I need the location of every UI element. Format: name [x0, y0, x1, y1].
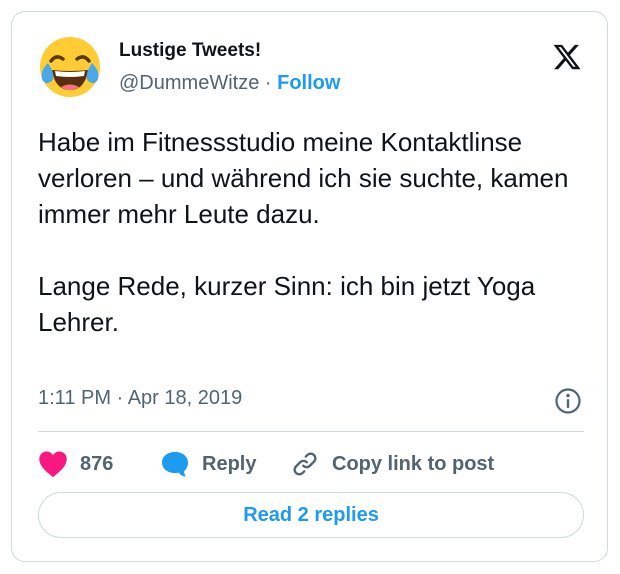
author-meta: @DummeWitze · Follow [119, 72, 340, 95]
link-icon [293, 452, 317, 476]
author-handle[interactable]: @DummeWitze [119, 72, 259, 94]
x-logo-icon[interactable] [552, 42, 582, 72]
tweet-timestamp: 1:11 PM · Apr 18, 2019 [38, 387, 242, 410]
meta-separator: · [264, 72, 272, 94]
avatar[interactable] [38, 35, 102, 99]
follow-button[interactable]: Follow [277, 72, 340, 94]
like-button[interactable]: 876 [38, 448, 113, 480]
tweet-paragraph: Habe im Fitnessstudio meine Kontaktlinse… [38, 127, 569, 229]
reply-button[interactable]: Reply [160, 448, 256, 480]
read-replies-button[interactable]: Read 2 replies [38, 492, 584, 538]
tweet-date[interactable]: Apr 18, 2019 [128, 387, 243, 409]
divider [38, 431, 584, 432]
copy-link-button[interactable]: Copy link to post [290, 448, 494, 480]
timestamp-separator: · [116, 387, 124, 409]
info-icon[interactable] [554, 387, 582, 415]
like-count: 876 [80, 452, 114, 475]
tweet-text: Habe im Fitnessstudio meine Kontaktlinse… [38, 124, 588, 340]
reply-label: Reply [202, 452, 257, 475]
tweet-time[interactable]: 1:11 PM [38, 387, 111, 409]
author-name[interactable]: Lustige Tweets! [119, 40, 261, 62]
heart-icon [39, 451, 67, 478]
speech-bubble-icon [162, 452, 188, 477]
copy-link-label: Copy link to post [332, 452, 495, 475]
tweet-card: Lustige Tweets! @DummeWitze · Follow Hab… [11, 11, 608, 562]
tweet-paragraph: Lange Rede, kurzer Sinn: ich bin jetzt Y… [38, 271, 536, 337]
